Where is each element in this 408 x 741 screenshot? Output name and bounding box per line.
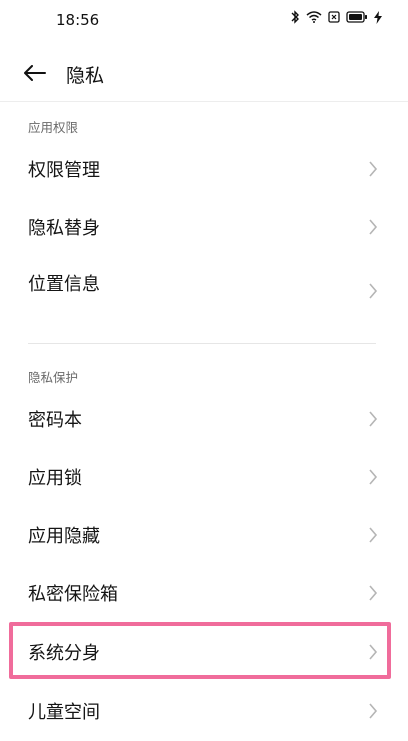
- section-divider: [28, 343, 376, 344]
- page-header: 隐私: [0, 48, 408, 100]
- chevron-right-icon: [369, 527, 378, 543]
- status-icons: [290, 10, 382, 24]
- status-bar: 18:56: [0, 0, 408, 40]
- list-item-label: 位置信息: [28, 274, 100, 295]
- page-title: 隐私: [66, 65, 105, 87]
- wifi-icon: [306, 11, 322, 23]
- battery-icon: [346, 11, 368, 23]
- chevron-right-icon: [369, 283, 378, 299]
- chevron-right-icon: [369, 411, 378, 427]
- charging-icon: [374, 10, 382, 24]
- list-item-permission-management[interactable]: 权限管理: [0, 140, 408, 196]
- list-item-location-info[interactable]: 位置信息: [0, 254, 408, 310]
- section-title-privacy-protection: 隐私保护: [28, 370, 79, 385]
- header-divider: [0, 101, 408, 102]
- list-item-label: 应用锁: [28, 468, 82, 489]
- chevron-right-icon: [369, 703, 378, 719]
- section-title-app-permissions: 应用权限: [28, 120, 79, 135]
- list-item-label: 儿童空间: [28, 702, 100, 723]
- bluetooth-icon: [290, 10, 300, 24]
- list-item-hide-apps[interactable]: 应用隐藏: [0, 506, 408, 562]
- list-item-label: 隐私替身: [28, 218, 100, 239]
- list-item-system-clone[interactable]: 系统分身: [0, 623, 408, 679]
- list-item-app-lock[interactable]: 应用锁: [0, 448, 408, 504]
- list-item-label: 应用隐藏: [28, 526, 100, 547]
- chevron-right-icon: [369, 644, 378, 660]
- list-item-label: 私密保险箱: [28, 584, 118, 605]
- list-item-label: 系统分身: [28, 643, 100, 664]
- list-item-private-safe[interactable]: 私密保险箱: [0, 564, 408, 620]
- list-item-privacy-substitute[interactable]: 隐私替身: [0, 198, 408, 254]
- chevron-right-icon: [369, 161, 378, 177]
- list-item-label: 密码本: [28, 410, 82, 431]
- status-time: 18:56: [56, 11, 100, 29]
- back-button[interactable]: [22, 62, 48, 84]
- list-item-password-book[interactable]: 密码本: [0, 390, 408, 446]
- list-item-label: 权限管理: [28, 160, 100, 181]
- back-arrow-icon: [24, 65, 46, 81]
- chevron-right-icon: [369, 585, 378, 601]
- no-sim-icon: [328, 11, 340, 23]
- chevron-right-icon: [369, 219, 378, 235]
- list-item-kids-space[interactable]: 儿童空间: [0, 682, 408, 738]
- chevron-right-icon: [369, 469, 378, 485]
